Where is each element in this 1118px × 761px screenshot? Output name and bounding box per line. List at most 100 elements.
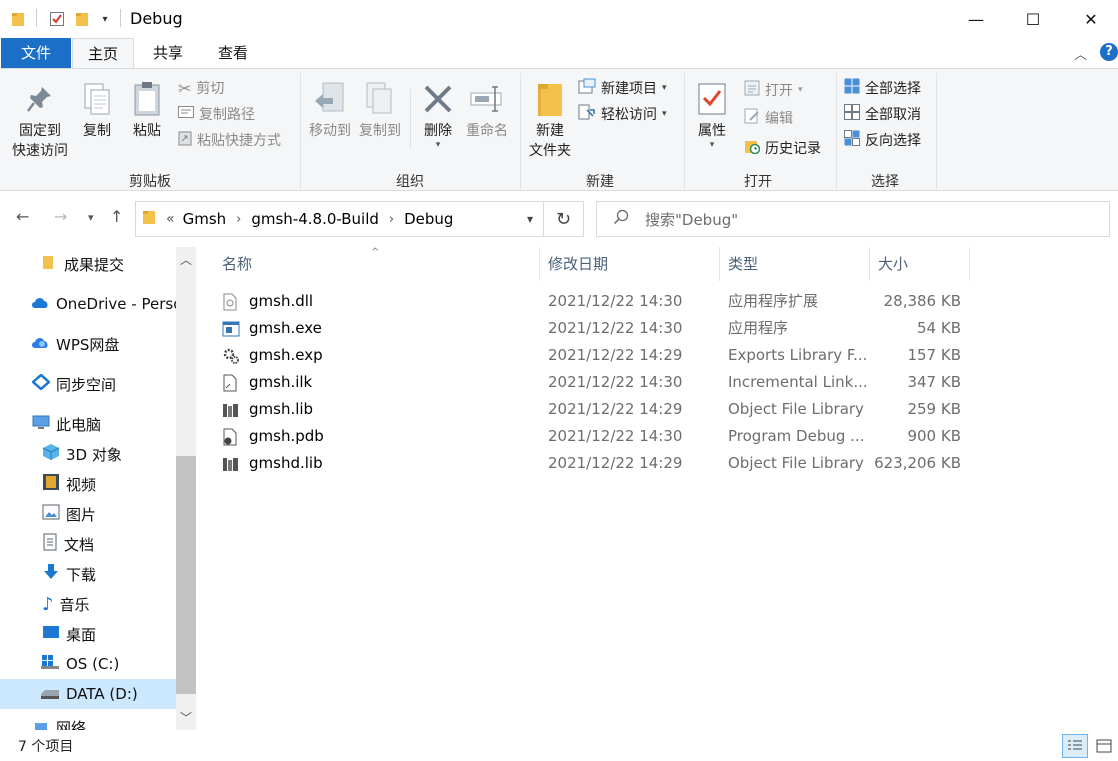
breadcrumb-debug[interactable]: Debug bbox=[404, 210, 453, 228]
file-size: 157 KB bbox=[907, 346, 961, 364]
nav-label: DATA (D:) bbox=[66, 685, 138, 703]
recent-locations-icon[interactable]: ▾ bbox=[88, 211, 94, 224]
column-header-type[interactable]: 类型 bbox=[720, 247, 870, 281]
collapse-ribbon-icon[interactable]: ︿ bbox=[1074, 44, 1087, 63]
chevron-right-icon[interactable]: › bbox=[389, 212, 394, 227]
nav-item-wps[interactable]: WPS网盘 bbox=[0, 329, 176, 359]
nav-item-3d-objects[interactable]: 3D 对象 bbox=[0, 439, 176, 469]
details-view-button[interactable] bbox=[1062, 734, 1088, 758]
properties-quick-icon[interactable] bbox=[48, 9, 66, 29]
nav-item-network[interactable]: 网络 bbox=[0, 717, 176, 730]
up-arrow-icon[interactable]: ↑ bbox=[110, 207, 123, 226]
nav-label: 此电脑 bbox=[56, 415, 102, 434]
maximize-button[interactable]: ☐ bbox=[1004, 0, 1062, 38]
address-bar[interactable]: « Gmsh › gmsh-4.8.0-Build › Debug ▾ bbox=[135, 201, 544, 237]
file-size: 623,206 KB bbox=[874, 454, 961, 472]
paste-button[interactable]: 粘贴 bbox=[126, 81, 168, 141]
cut-label: 剪切 bbox=[196, 81, 225, 97]
new-folder-quick-icon[interactable] bbox=[74, 9, 90, 29]
large-icons-view-button[interactable] bbox=[1092, 734, 1116, 758]
column-header-size[interactable]: 大小 bbox=[870, 247, 970, 281]
divider bbox=[36, 9, 37, 27]
search-input[interactable]: 搜索"Debug" bbox=[596, 201, 1110, 237]
scroll-up-icon[interactable]: ︿ bbox=[180, 251, 192, 268]
properties-button[interactable]: 属性 ▾ bbox=[690, 81, 734, 150]
scrollbar-thumb[interactable] bbox=[176, 456, 196, 694]
delete-dropdown-icon[interactable]: ▾ bbox=[416, 141, 460, 150]
copy-to-button[interactable]: 复制到 bbox=[356, 81, 404, 141]
nav-item-onedrive[interactable]: OneDrive - Perso bbox=[0, 289, 176, 319]
column-header-name[interactable]: 名称 bbox=[214, 247, 540, 281]
nav-item-music[interactable]: ♪ 音乐 bbox=[0, 589, 176, 619]
select-none-button[interactable]: 全部取消 bbox=[844, 103, 921, 125]
nav-item-data-d[interactable]: DATA (D:) bbox=[0, 679, 176, 709]
nav-item-sync[interactable]: 同步空间 bbox=[0, 369, 176, 399]
delete-button[interactable]: 删除 ▾ bbox=[416, 81, 460, 150]
lib-icon bbox=[222, 401, 242, 419]
refresh-button[interactable]: ↻ bbox=[544, 201, 584, 237]
new-group-label: 新建 bbox=[586, 174, 614, 190]
nav-item-downloads[interactable]: 下载 bbox=[0, 559, 176, 589]
tab-home[interactable]: 主页 bbox=[72, 38, 134, 69]
customize-quick-access-icon[interactable]: ▾ bbox=[98, 9, 112, 29]
chevron-down-icon[interactable]: ▾ bbox=[527, 212, 533, 226]
pin-quick-access-button[interactable]: 固定到 快速访问 bbox=[6, 81, 74, 161]
minimize-button[interactable]: — bbox=[947, 0, 1005, 38]
file-type: Exports Library F... bbox=[728, 346, 868, 364]
file-row[interactable]: gmsh.exp 2021/12/22 14:29 Exports Library … bbox=[218, 342, 968, 369]
copy-to-label: 复制到 bbox=[359, 123, 401, 139]
window-title: Debug bbox=[130, 9, 183, 28]
chevron-right-icon[interactable]: › bbox=[236, 212, 241, 227]
copy-path-button[interactable]: 复制路径 bbox=[178, 103, 255, 125]
invert-selection-button[interactable]: 反向选择 bbox=[844, 129, 921, 151]
new-folder-button[interactable]: 新建 文件夹 bbox=[524, 81, 576, 161]
copy-icon bbox=[76, 81, 118, 117]
edit-button[interactable]: 编辑 bbox=[744, 107, 793, 129]
new-folder-icon bbox=[524, 81, 576, 117]
file-row[interactable]: gmsh.ilk 2021/12/22 14:30 Incremental Link… bbox=[218, 369, 968, 396]
scroll-down-icon[interactable]: ﹀ bbox=[180, 709, 192, 726]
back-arrow-icon[interactable]: ← bbox=[16, 207, 29, 226]
file-row[interactable]: gmsh.lib 2021/12/22 14:29 Object File Libr… bbox=[218, 396, 968, 423]
nav-item-os-c[interactable]: OS (C:) bbox=[0, 649, 176, 679]
breadcrumb-gmsh-build[interactable]: gmsh-4.8.0-Build bbox=[251, 210, 379, 228]
copy-button[interactable]: 复制 bbox=[76, 81, 118, 141]
rename-button[interactable]: 重命名 bbox=[462, 81, 512, 141]
pin-label-1: 固定到 bbox=[19, 123, 61, 139]
open-button[interactable]: 打开 ▾ bbox=[744, 79, 803, 101]
tab-share[interactable]: 共享 bbox=[138, 38, 198, 68]
move-to-button[interactable]: 移动到 bbox=[306, 81, 354, 141]
nav-item-results[interactable]: 成果提交 bbox=[0, 249, 176, 279]
title-bar: ▾ Debug — ☐ ✕ bbox=[0, 0, 1118, 38]
column-header-date[interactable]: 修改日期 bbox=[540, 247, 720, 281]
new-item-button[interactable]: 新建项目 ▾ bbox=[578, 77, 667, 99]
tab-view[interactable]: 查看 bbox=[202, 38, 264, 68]
nav-item-pictures[interactable]: 图片 bbox=[0, 499, 176, 529]
refresh-icon: ↻ bbox=[555, 208, 572, 230]
history-icon bbox=[744, 138, 761, 158]
tab-file[interactable]: 文件 bbox=[1, 38, 71, 68]
file-type: Object File Library bbox=[728, 400, 864, 418]
move-to-label: 移动到 bbox=[309, 123, 351, 139]
file-row[interactable]: gmsh.exe 2021/12/22 14:30 应用程序 54 KB bbox=[218, 315, 968, 342]
history-label: 历史记录 bbox=[765, 141, 821, 157]
breadcrumb-gmsh[interactable]: Gmsh bbox=[183, 210, 227, 228]
nav-item-videos[interactable]: 视频 bbox=[0, 469, 176, 499]
file-row[interactable]: gmsh.dll 2021/12/22 14:30 应用程序扩展 28,386 KB bbox=[218, 288, 968, 315]
file-row[interactable]: gmshd.lib 2021/12/22 14:29 Object File Lib… bbox=[218, 450, 968, 477]
nav-item-desktop[interactable]: 桌面 bbox=[0, 619, 176, 649]
easy-access-button[interactable]: 轻松访问 ▾ bbox=[578, 103, 667, 125]
history-button[interactable]: 历史记录 bbox=[744, 137, 821, 159]
select-all-button[interactable]: 全部选择 bbox=[844, 77, 921, 99]
file-name: gmshd.lib bbox=[249, 454, 323, 472]
help-icon[interactable]: ? bbox=[1100, 43, 1118, 61]
paste-shortcut-button[interactable]: 粘贴快捷方式 bbox=[178, 129, 281, 151]
properties-dropdown-icon[interactable]: ▾ bbox=[690, 141, 734, 150]
overflow-chevron[interactable]: « bbox=[166, 211, 175, 227]
file-row[interactable]: gmsh.pdb 2021/12/22 14:30 Program Debug ..… bbox=[218, 423, 968, 450]
nav-item-this-pc[interactable]: 此电脑 bbox=[0, 409, 176, 439]
nav-item-documents[interactable]: 文档 bbox=[0, 529, 176, 559]
close-button[interactable]: ✕ bbox=[1062, 0, 1118, 38]
cut-button[interactable]: ✂ 剪切 bbox=[178, 77, 224, 99]
forward-arrow-icon[interactable]: → bbox=[54, 207, 67, 226]
